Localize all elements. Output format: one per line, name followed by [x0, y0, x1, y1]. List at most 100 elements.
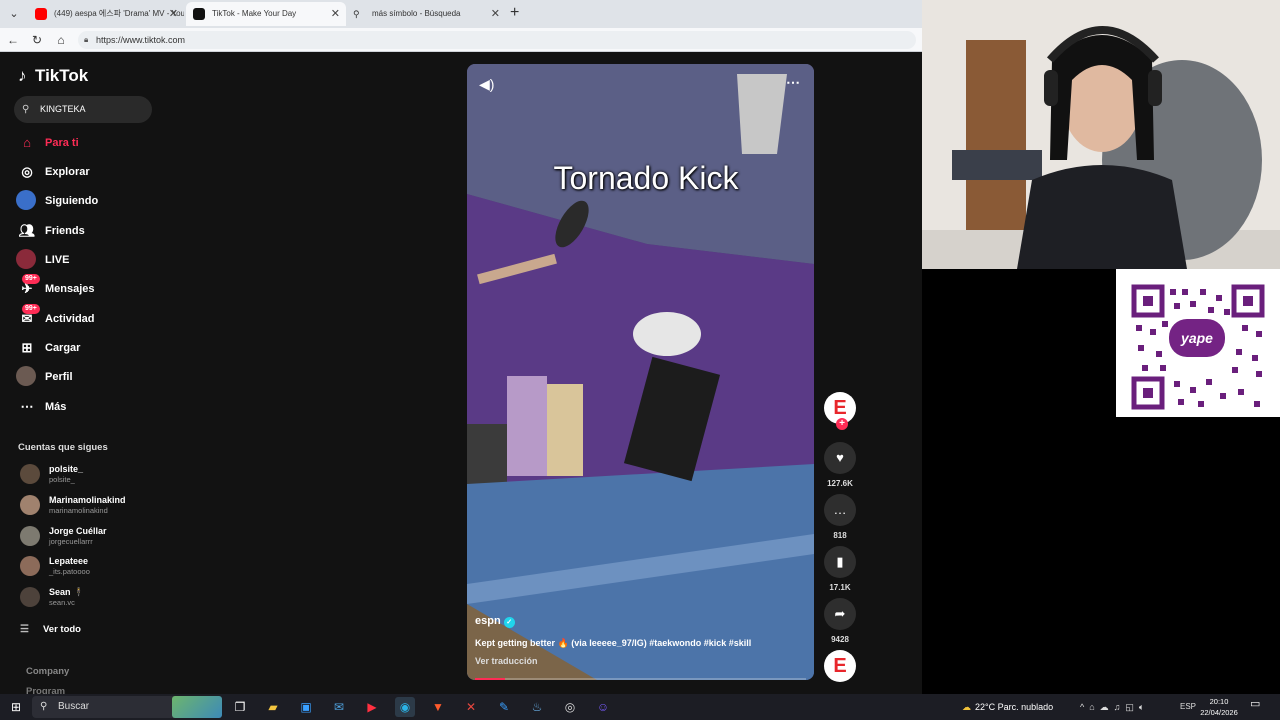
save-count: 17.1K [829, 583, 851, 592]
footer-company[interactable]: Company [26, 666, 69, 677]
footer-program[interactable]: Program [26, 686, 65, 694]
search-placeholder: Buscar [58, 701, 90, 712]
discord-icon[interactable]: ☺ [593, 697, 613, 717]
see-all-link[interactable]: ☰ Ver todo [20, 624, 81, 635]
home-icon[interactable]: ⌂ [52, 31, 70, 49]
account-item[interactable]: Lepateee _its.patoooo [18, 554, 158, 582]
nav-label: Perfil [45, 371, 73, 383]
video-author[interactable]: espn ✓ [475, 615, 515, 628]
video-progress[interactable] [475, 678, 806, 680]
video-caption: Kept getting better 🔥 (via leeeee_97/IG)… [475, 638, 752, 648]
brand-name: TikTok [35, 66, 89, 85]
back-icon[interactable]: ← [4, 31, 22, 49]
nav-following[interactable]: Siguiendo [16, 190, 156, 214]
upload-icon: ⊞ [21, 340, 33, 355]
windows-start-icon[interactable]: ⊞ [6, 697, 26, 717]
clock[interactable]: 20:10 22/04/2026 [1198, 696, 1240, 718]
following-accounts-title: Cuentas que sigues [18, 442, 108, 453]
tiktok-logo[interactable]: ♪ TikTok [18, 66, 88, 86]
close-tab-icon[interactable]: ✕ [491, 2, 500, 26]
tab-title: (449) aespa 에스파 'Drama' MV - YouTube [54, 9, 184, 18]
address-bar: ← ↻ ⌂ 🔒︎ https://www.tiktok.com [0, 28, 922, 52]
nav-messages[interactable]: ✈ 99+ Mensajes [16, 274, 156, 302]
account-item[interactable]: Marinamolinakind marinamolinakind [18, 493, 158, 521]
nav-friends[interactable]: 👥︎ Friends [16, 220, 156, 244]
yape-logo: yape [1169, 319, 1225, 357]
more-icon: ⋯ [20, 399, 34, 414]
tiktok-note-icon: ♪ [18, 66, 27, 85]
mail-icon[interactable]: ✉ [329, 697, 349, 717]
account-handle: jorgecuellarrr [49, 537, 93, 546]
notification-icon[interactable]: ▭ [1250, 697, 1260, 710]
tab-tiktok[interactable]: TikTok - Make Your Day ✕ [186, 2, 346, 26]
verified-icon: ✓ [503, 617, 515, 628]
video-frame [467, 64, 814, 680]
url-field[interactable]: 🔒︎ https://www.tiktok.com [78, 31, 916, 49]
activity-badge: 99+ [22, 304, 40, 314]
close-tab-icon[interactable]: ✕ [169, 2, 178, 26]
weather-widget[interactable]: ☁ 22°C Parc. nublado [962, 696, 1053, 718]
nav-upload[interactable]: ⊞ Cargar [16, 337, 156, 361]
refresh-icon[interactable]: ↻ [28, 31, 46, 49]
clock-date: 22/04/2026 [1200, 708, 1238, 717]
weather-icon: ☁ [962, 702, 971, 712]
account-item[interactable]: polsite_ polsite_ [18, 462, 158, 490]
obs-icon[interactable]: ◎ [560, 697, 580, 717]
language-indicator[interactable]: ESP [1180, 696, 1196, 718]
live-icon [16, 249, 36, 269]
account-handle: _its.patoooo [49, 567, 90, 576]
taskbar: ⊞ ⚲ Buscar ❐ ▰ ▣ ✉ ▶ ◉ ▼ ✕ ✎ ♨ ◎ ☺ ☁ 22°C… [0, 694, 1280, 720]
store-icon[interactable]: ▣ [296, 697, 316, 717]
task-view-icon[interactable]: ❐ [230, 697, 250, 717]
translate-link[interactable]: Ver traducción [475, 656, 538, 666]
comment-icon: … [833, 502, 847, 517]
video-player[interactable]: Tornado Kick ◀︎) ⋯ espn ✓ Kept getting be… [467, 64, 814, 680]
tab-search[interactable]: ⚲ más símbolo - Búsqueda ✕ [346, 2, 506, 26]
follow-plus-icon[interactable]: + [836, 418, 848, 430]
espn-logo-icon: E [833, 655, 847, 677]
search-input[interactable]: ⚲ KINGTEKA [14, 96, 152, 123]
nav-explore[interactable]: ◎ Explorar [16, 161, 156, 185]
youtube-app-icon[interactable]: ▶ [362, 697, 382, 717]
author-avatar[interactable]: E + [824, 392, 856, 430]
avatar [20, 587, 40, 607]
nav-label: Siguiendo [45, 195, 99, 207]
search-icon: ⚲ [22, 104, 30, 115]
tab-youtube[interactable]: (449) aespa 에스파 'Drama' MV - YouTube ✕ [28, 2, 184, 26]
nav-more[interactable]: ⋯ Más [16, 396, 156, 420]
following-icon [16, 190, 36, 210]
video-overlay-title: Tornado Kick [553, 160, 739, 196]
like-button[interactable]: ♥ [824, 442, 856, 474]
account-item[interactable]: Jorge Cuéllar jorgecuellarrr [18, 524, 158, 552]
account-handle: marinamolinakind [49, 506, 108, 515]
tab-list-button[interactable]: ⌄ [4, 4, 24, 24]
nav-profile[interactable]: Perfil [16, 366, 156, 390]
avatar [20, 526, 40, 546]
more-options-icon[interactable]: ⋯ [786, 74, 800, 91]
comment-button[interactable]: … [824, 494, 856, 526]
tiktok-icon [193, 8, 205, 20]
nav-activity[interactable]: ✉ 99+ Actividad [16, 304, 156, 332]
save-button[interactable]: ▮ [824, 546, 856, 578]
brave-icon[interactable]: ▼ [428, 697, 448, 717]
close-tab-icon[interactable]: ✕ [331, 2, 340, 26]
system-tray[interactable]: ^ ⌂ ☁ ♫ ◱ 🔈︎ [1080, 696, 1144, 718]
youtube-icon [35, 8, 47, 20]
account-item[interactable]: Sean 🕴 sean.vc [18, 585, 158, 613]
steam-icon[interactable]: ♨ [527, 697, 547, 717]
share-button[interactable]: ➦ [824, 598, 856, 630]
comment-count: 818 [833, 531, 847, 540]
account-name: Lepateee [49, 556, 89, 566]
nav-label: Para ti [45, 137, 79, 149]
capcut-icon[interactable]: ✕ [461, 697, 481, 717]
nav-live[interactable]: LIVE [16, 249, 156, 273]
sound-disc[interactable]: E [824, 650, 856, 682]
edge-icon[interactable]: ◉ [395, 697, 415, 717]
volume-icon[interactable]: ◀︎) [479, 76, 494, 93]
file-explorer-icon[interactable]: ▰ [263, 697, 283, 717]
taskbar-search[interactable]: ⚲ Buscar [32, 696, 222, 718]
new-tab-button[interactable]: + [510, 3, 519, 23]
nav-for-you[interactable]: ⌂ Para ti [16, 132, 156, 156]
account-name: Sean 🕴 [49, 587, 85, 597]
pen-icon[interactable]: ✎ [494, 697, 514, 717]
